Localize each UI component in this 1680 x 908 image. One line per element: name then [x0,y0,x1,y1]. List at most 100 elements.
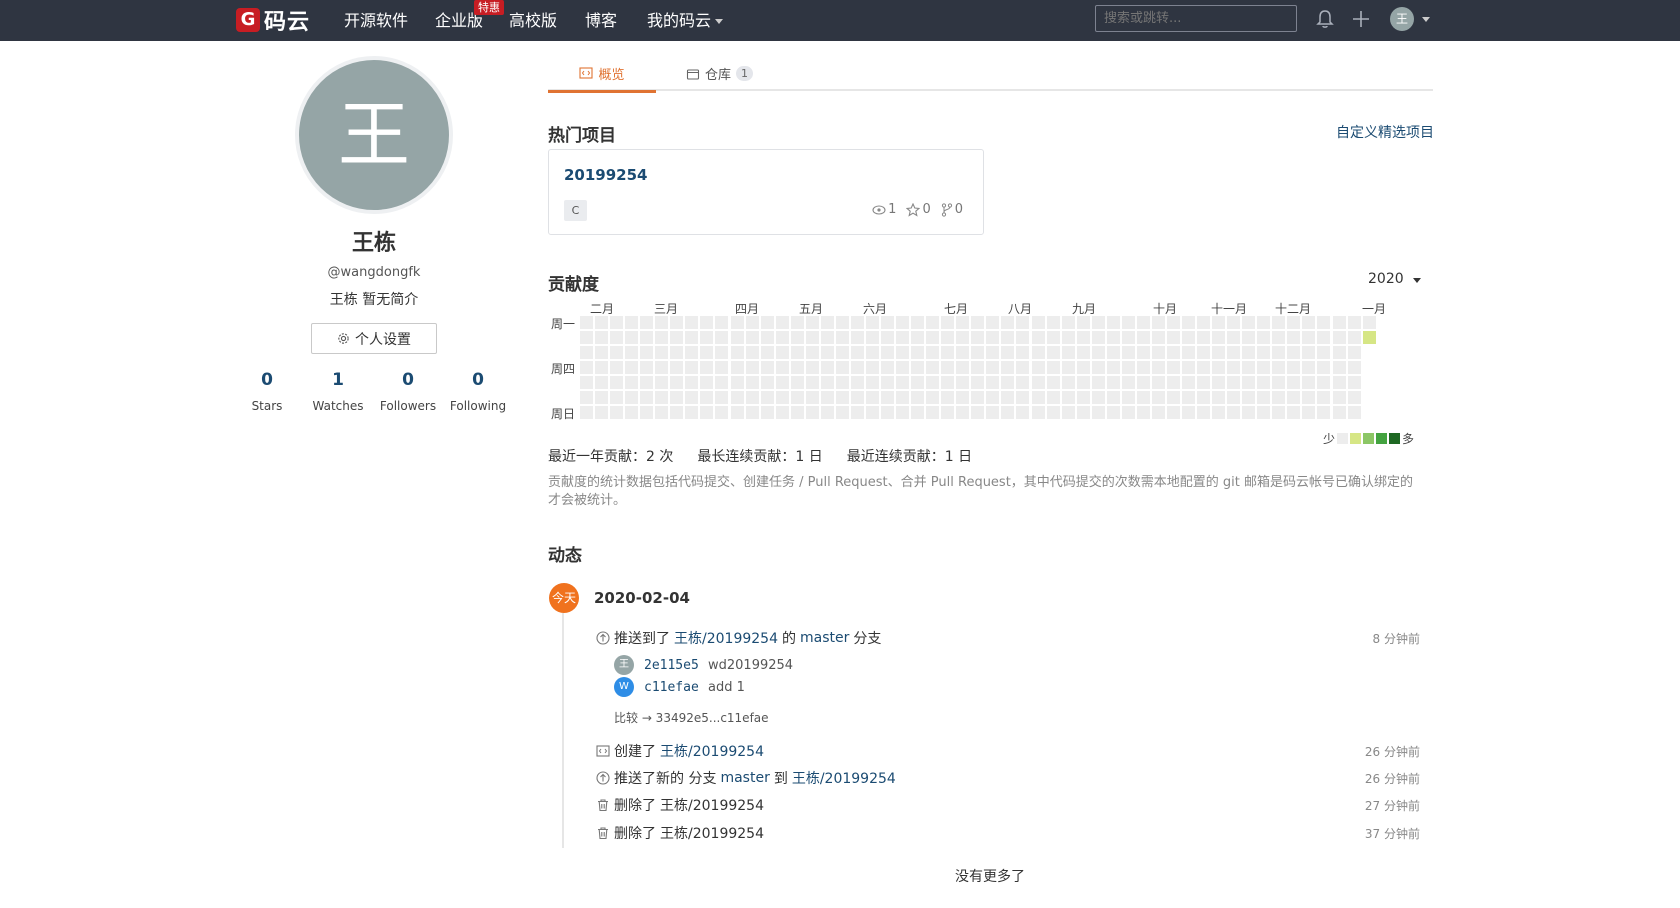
heatmap-cell[interactable] [760,316,774,329]
heatmap-cell[interactable] [911,361,925,375]
heatmap-cell[interactable] [850,376,864,390]
heatmap-cell[interactable] [775,331,789,345]
heatmap-cell[interactable] [1151,361,1165,375]
heatmap-cell[interactable] [941,406,955,420]
heatmap-cell[interactable] [1212,316,1226,329]
heatmap-cell[interactable] [625,406,639,420]
heatmap-cell[interactable] [1302,361,1316,375]
heatmap-cell[interactable] [1242,406,1256,420]
heatmap-cell[interactable] [595,391,609,405]
heatmap-cell[interactable] [820,376,834,390]
heatmap-cell[interactable] [775,316,789,329]
compare-link[interactable]: 比较 → 33492e5...c11efae [614,709,769,726]
chevron-down-icon[interactable] [1422,17,1430,22]
heatmap-cell[interactable] [715,406,729,420]
heatmap-cell[interactable] [1166,391,1180,405]
heatmap-cell[interactable] [971,406,985,420]
heatmap-cell[interactable] [1016,361,1030,375]
heatmap-cell[interactable] [911,346,925,360]
heatmap-cell[interactable] [956,406,970,420]
heatmap-cell[interactable] [1227,406,1241,420]
stat-stars[interactable]: 0 Stars [232,370,302,413]
heatmap-cell[interactable] [1121,406,1135,420]
heatmap-cell[interactable] [1046,361,1060,375]
heatmap-cell[interactable] [745,406,759,420]
heatmap-cell[interactable] [580,376,593,390]
heatmap-cell[interactable] [1212,361,1226,375]
language-badge[interactable]: C [564,200,587,221]
logo[interactable]: G 码云 [236,6,310,35]
heatmap-cell[interactable] [730,406,744,420]
heatmap-cell[interactable] [1046,346,1060,360]
heatmap-cell[interactable] [881,316,894,329]
heatmap-cell[interactable] [1257,346,1271,360]
heatmap-cell[interactable] [805,406,819,420]
heatmap-cell[interactable] [896,316,910,329]
heatmap-cell[interactable] [670,346,684,360]
heatmap-cell[interactable] [865,346,879,360]
heatmap-cell[interactable] [1332,376,1346,390]
heatmap-cell[interactable] [610,316,624,329]
heatmap-cell[interactable] [580,361,593,375]
heatmap-cell[interactable] [595,406,609,420]
branch-link[interactable]: master [720,770,769,786]
heatmap-cell[interactable] [1151,316,1165,329]
heatmap-cell[interactable] [1287,346,1301,360]
project-watches[interactable]: 1 [872,202,896,217]
heatmap-cell[interactable] [685,406,699,420]
heatmap-cell[interactable] [1242,346,1256,360]
heatmap-cell[interactable] [1001,406,1015,420]
heatmap-cell[interactable] [1031,406,1045,420]
heatmap-cell[interactable] [1287,391,1301,405]
heatmap-cell[interactable] [700,316,714,329]
heatmap-cell[interactable] [1166,346,1180,360]
heatmap-cell[interactable] [1257,406,1271,420]
heatmap-cell[interactable] [911,376,925,390]
heatmap-cell[interactable] [1272,376,1286,390]
heatmap-cell[interactable] [715,376,729,390]
heatmap-cell[interactable] [986,346,1000,360]
heatmap-cell[interactable] [1046,391,1060,405]
heatmap-cell[interactable] [1061,391,1075,405]
heatmap-cell[interactable] [1016,391,1030,405]
heatmap-cell[interactable] [655,316,669,329]
heatmap-cell[interactable] [956,361,970,375]
heatmap-cell[interactable] [956,346,970,360]
heatmap-cell[interactable] [1166,316,1180,329]
heatmap-cell[interactable] [1076,316,1090,329]
heatmap-cell[interactable] [595,331,609,345]
heatmap-cell[interactable] [790,406,804,420]
heatmap-cell[interactable] [1151,376,1165,390]
heatmap-cell[interactable] [881,406,894,420]
heatmap-cell[interactable] [1362,316,1376,329]
heatmap-cell[interactable] [730,346,744,360]
heatmap-cell[interactable] [1031,316,1045,329]
heatmap-cell[interactable] [1257,331,1271,345]
project-name-link[interactable]: 20199254 [564,166,648,184]
heatmap-cell[interactable] [730,391,744,405]
heatmap-cell[interactable] [941,331,955,345]
heatmap-cell[interactable] [775,346,789,360]
heatmap-cell[interactable] [655,406,669,420]
heatmap-cell[interactable] [1347,346,1361,360]
heatmap-cell[interactable] [670,391,684,405]
heatmap-cell[interactable] [700,406,714,420]
heatmap-cell[interactable] [1061,331,1075,345]
heatmap-cell[interactable] [1016,376,1030,390]
heatmap-cell[interactable] [865,376,879,390]
heatmap-cell[interactable] [1076,376,1090,390]
heatmap-cell[interactable] [580,391,593,405]
heatmap-cell[interactable] [1076,331,1090,345]
heatmap-cell[interactable] [1166,331,1180,345]
heatmap-cell[interactable] [1257,376,1271,390]
tab-overview[interactable]: 概览 [548,56,656,93]
heatmap-cell[interactable] [881,346,894,360]
heatmap-cell[interactable] [1212,331,1226,345]
heatmap-cell[interactable] [1272,316,1286,329]
heatmap-cell[interactable] [775,391,789,405]
heatmap-cell[interactable] [1332,406,1346,420]
heatmap-cell[interactable] [835,331,849,345]
heatmap-cell[interactable] [1332,316,1346,329]
heatmap-cell[interactable] [1091,376,1105,390]
heatmap-cell[interactable] [1287,331,1301,345]
